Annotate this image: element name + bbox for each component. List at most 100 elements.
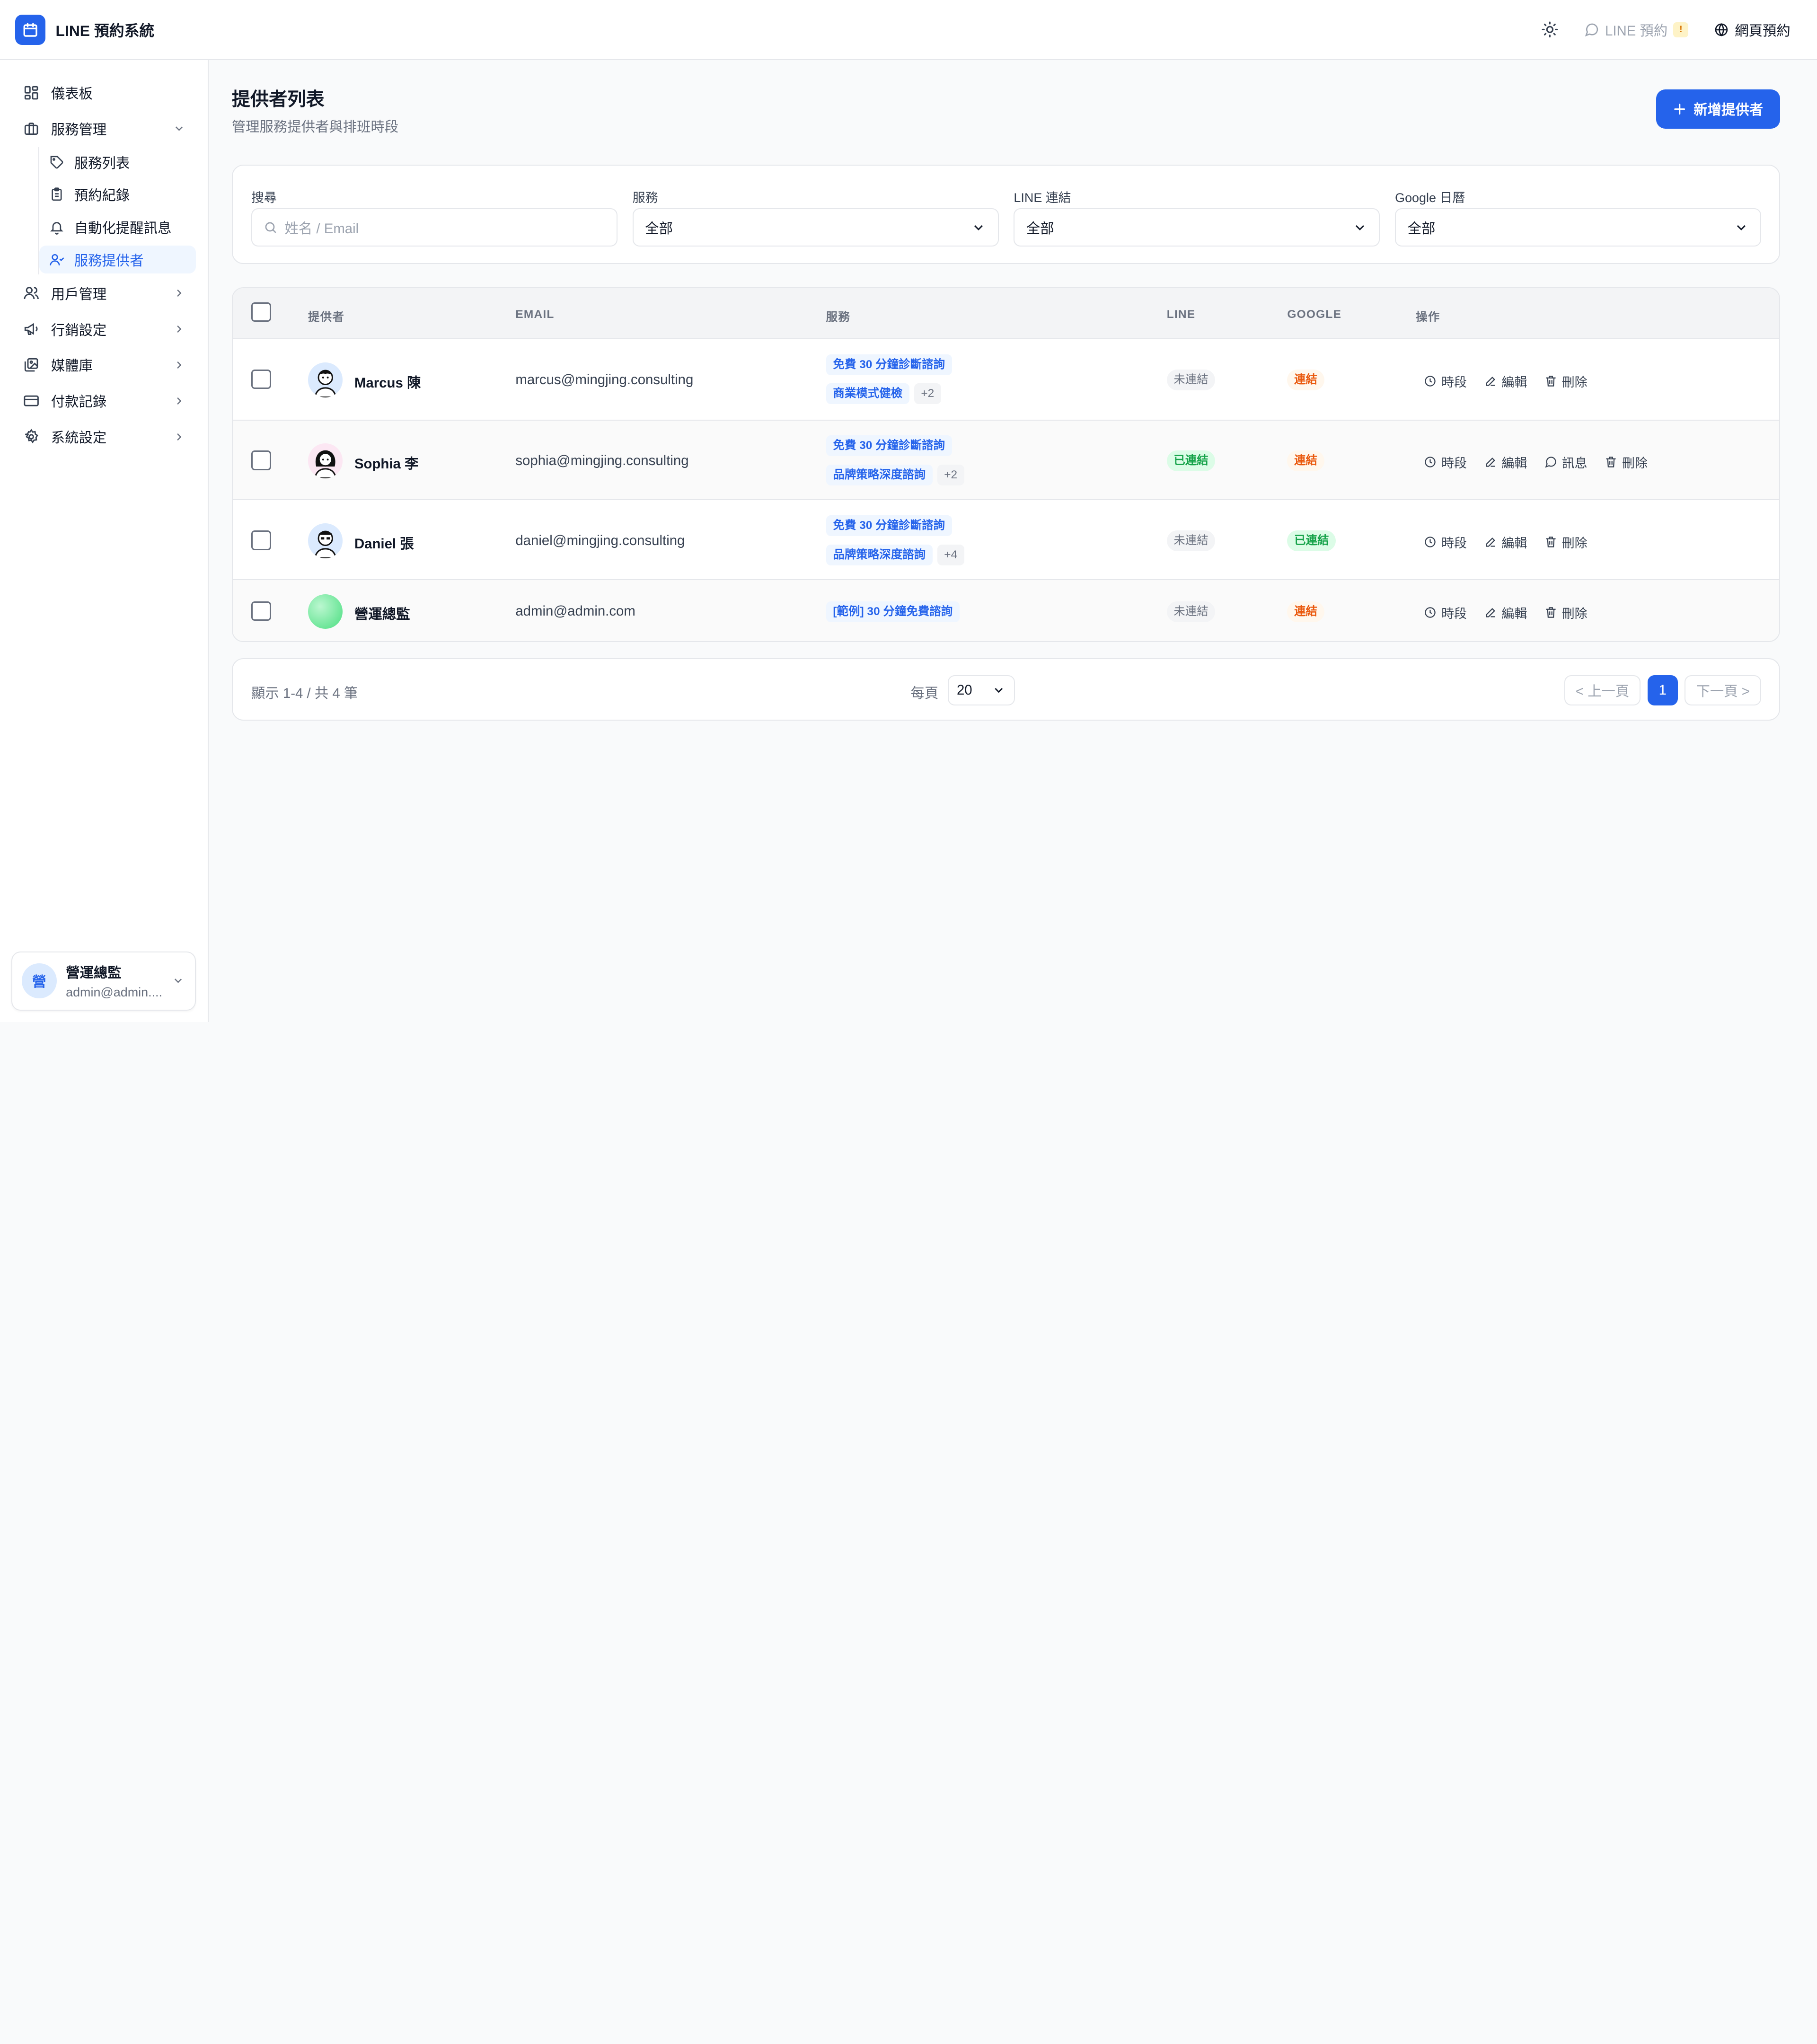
row-checkbox[interactable] bbox=[251, 450, 271, 470]
current-user-card[interactable]: 營 營運總監 admin@admin.... bbox=[11, 951, 196, 1011]
providers-table: 提供者 EMAIL 服務 LINE GOOGLE 操作 Marcus 陳 mar… bbox=[231, 287, 1780, 642]
row-checkbox[interactable] bbox=[251, 530, 271, 550]
user-group-icon bbox=[49, 251, 65, 267]
delete-button[interactable]: 刪除 bbox=[1605, 453, 1648, 471]
col-header-google: GOOGLE bbox=[1287, 308, 1342, 321]
sidebar-item-dashboard[interactable]: 儀表板 bbox=[14, 78, 197, 108]
pagination-info: 顯示 1-4 / 共 4 筆 bbox=[251, 686, 358, 701]
prev-page-button[interactable]: < 上一頁 bbox=[1564, 675, 1641, 705]
edit-button[interactable]: 編輯 bbox=[1484, 372, 1527, 390]
plus-icon bbox=[1673, 102, 1686, 116]
delete-button[interactable]: 刪除 bbox=[1544, 372, 1588, 390]
delete-button[interactable]: 刪除 bbox=[1544, 603, 1588, 622]
sidebar: 儀表板 服務管理 服務列表 預約紀錄 自動化提醒訊息 服務提供者 用戶管理 行銷… bbox=[0, 60, 209, 1022]
sidebar-item-payment-records[interactable]: 付款記錄 bbox=[14, 386, 197, 416]
provider-name: 營運總監 bbox=[354, 607, 410, 623]
pagination-bar: 顯示 1-4 / 共 4 筆 每頁 20 < 上一頁 1 下一頁 > bbox=[231, 658, 1780, 721]
chevron-right-icon bbox=[173, 359, 185, 371]
page-1-button[interactable]: 1 bbox=[1648, 675, 1678, 705]
edit-icon bbox=[1486, 458, 1495, 467]
trash-icon bbox=[1546, 537, 1556, 547]
chevron-right-icon bbox=[173, 323, 185, 335]
chevron-down-icon bbox=[173, 122, 185, 135]
col-header-line: LINE bbox=[1166, 308, 1196, 321]
sidebar-subitem-providers[interactable]: 服務提供者 bbox=[39, 246, 196, 273]
provider-email: marcus@mingjing.consulting bbox=[515, 371, 694, 388]
more-services-badge: +2 bbox=[937, 464, 964, 485]
avatar bbox=[308, 523, 343, 558]
sidebar-item-system-settings[interactable]: 系統設定 bbox=[14, 422, 197, 452]
line-booking-link[interactable]: LINE 預約 ! bbox=[1584, 20, 1689, 40]
sidebar-item-media-library[interactable]: 媒體庫 bbox=[14, 350, 197, 380]
bell-icon bbox=[49, 219, 65, 235]
edit-icon bbox=[1486, 376, 1495, 386]
chevron-right-icon bbox=[173, 395, 185, 407]
schedule-button[interactable]: 時段 bbox=[1424, 453, 1467, 471]
service-tag: 品牌策略深度諮詢 bbox=[826, 544, 933, 565]
table-row: Daniel 張 daniel@mingjing.consulting 免費 3… bbox=[232, 501, 1779, 581]
credit-card-icon bbox=[22, 392, 41, 410]
message-button[interactable]: 訊息 bbox=[1544, 453, 1588, 471]
edit-button[interactable]: 編輯 bbox=[1484, 533, 1527, 551]
table-row: Marcus 陳 marcus@mingjing.consulting 免費 3… bbox=[232, 339, 1779, 421]
theme-toggle-sun-icon[interactable] bbox=[1541, 21, 1559, 38]
chevron-down-icon bbox=[1352, 220, 1367, 235]
trash-icon bbox=[1606, 457, 1616, 467]
google-link-badge[interactable]: 連結 bbox=[1287, 450, 1324, 472]
per-page-select[interactable]: 20 bbox=[947, 675, 1015, 705]
provider-name: Marcus 陳 bbox=[354, 375, 421, 391]
schedule-button[interactable]: 時段 bbox=[1424, 372, 1467, 390]
delete-button[interactable]: 刪除 bbox=[1544, 533, 1588, 551]
chevron-down-icon bbox=[172, 974, 185, 987]
sidebar-item-user-management[interactable]: 用戶管理 bbox=[14, 278, 197, 308]
sidebar-item-marketing[interactable]: 行銷設定 bbox=[14, 314, 197, 344]
service-tag: 商業模式健檢 bbox=[826, 383, 909, 405]
images-icon bbox=[22, 356, 41, 374]
sidebar-subitem-auto-reminders[interactable]: 自動化提醒訊息 bbox=[39, 213, 196, 241]
message-icon bbox=[1545, 457, 1556, 468]
trash-icon bbox=[1546, 607, 1556, 618]
google-link-badge[interactable]: 連結 bbox=[1287, 369, 1324, 390]
clock-icon bbox=[1425, 457, 1436, 467]
megaphone-icon bbox=[22, 320, 41, 338]
globe-icon bbox=[1714, 22, 1729, 37]
web-booking-link[interactable]: 網頁預約 bbox=[1714, 20, 1791, 40]
service-filter-select[interactable]: 全部 bbox=[632, 208, 999, 247]
next-page-button[interactable]: 下一頁 > bbox=[1685, 675, 1762, 705]
trash-icon bbox=[1546, 375, 1556, 387]
sidebar-subitem-service-list[interactable]: 服務列表 bbox=[39, 148, 196, 176]
google-filter-select[interactable]: 全部 bbox=[1395, 208, 1762, 247]
line-status-badge: 已連結 bbox=[1166, 450, 1216, 472]
col-header-actions: 操作 bbox=[1416, 310, 1440, 324]
col-header-services: 服務 bbox=[826, 310, 851, 324]
select-all-checkbox[interactable] bbox=[251, 302, 271, 322]
service-tag: 免費 30 分鐘診斷諮詢 bbox=[826, 515, 952, 537]
search-icon bbox=[264, 220, 277, 234]
add-provider-button[interactable]: 新增提供者 bbox=[1656, 89, 1780, 129]
avatar bbox=[308, 362, 343, 397]
line-status-badge: 未連結 bbox=[1166, 369, 1216, 390]
clock-icon bbox=[1425, 375, 1436, 387]
edit-button[interactable]: 編輯 bbox=[1484, 603, 1527, 622]
schedule-button[interactable]: 時段 bbox=[1424, 603, 1467, 622]
table-header: 提供者 EMAIL 服務 LINE GOOGLE 操作 bbox=[232, 288, 1779, 340]
page-title: 提供者列表 bbox=[231, 89, 325, 110]
web-booking-label: 網頁預約 bbox=[1735, 23, 1791, 39]
line-status-badge: 未連結 bbox=[1166, 530, 1216, 552]
chevron-down-icon bbox=[971, 220, 986, 235]
search-input[interactable]: 姓名 / Email bbox=[251, 208, 617, 247]
provider-name: Sophia 李 bbox=[354, 456, 419, 472]
service-tag: 免費 30 分鐘診斷諮詢 bbox=[826, 435, 952, 457]
edit-icon bbox=[1486, 608, 1495, 618]
sidebar-item-service-management[interactable]: 服務管理 bbox=[14, 114, 197, 144]
line-filter-select[interactable]: 全部 bbox=[1014, 208, 1380, 247]
google-link-badge[interactable]: 連結 bbox=[1287, 601, 1324, 622]
sidebar-subitem-booking-records[interactable]: 預約紀錄 bbox=[39, 181, 196, 209]
clipboard-icon bbox=[49, 186, 65, 203]
service-filter-label: 服務 bbox=[632, 191, 658, 205]
row-checkbox[interactable] bbox=[251, 601, 271, 621]
schedule-button[interactable]: 時段 bbox=[1424, 533, 1467, 551]
edit-button[interactable]: 編輯 bbox=[1484, 453, 1527, 471]
chat-bubble-icon bbox=[1584, 22, 1599, 37]
row-checkbox[interactable] bbox=[251, 369, 271, 389]
